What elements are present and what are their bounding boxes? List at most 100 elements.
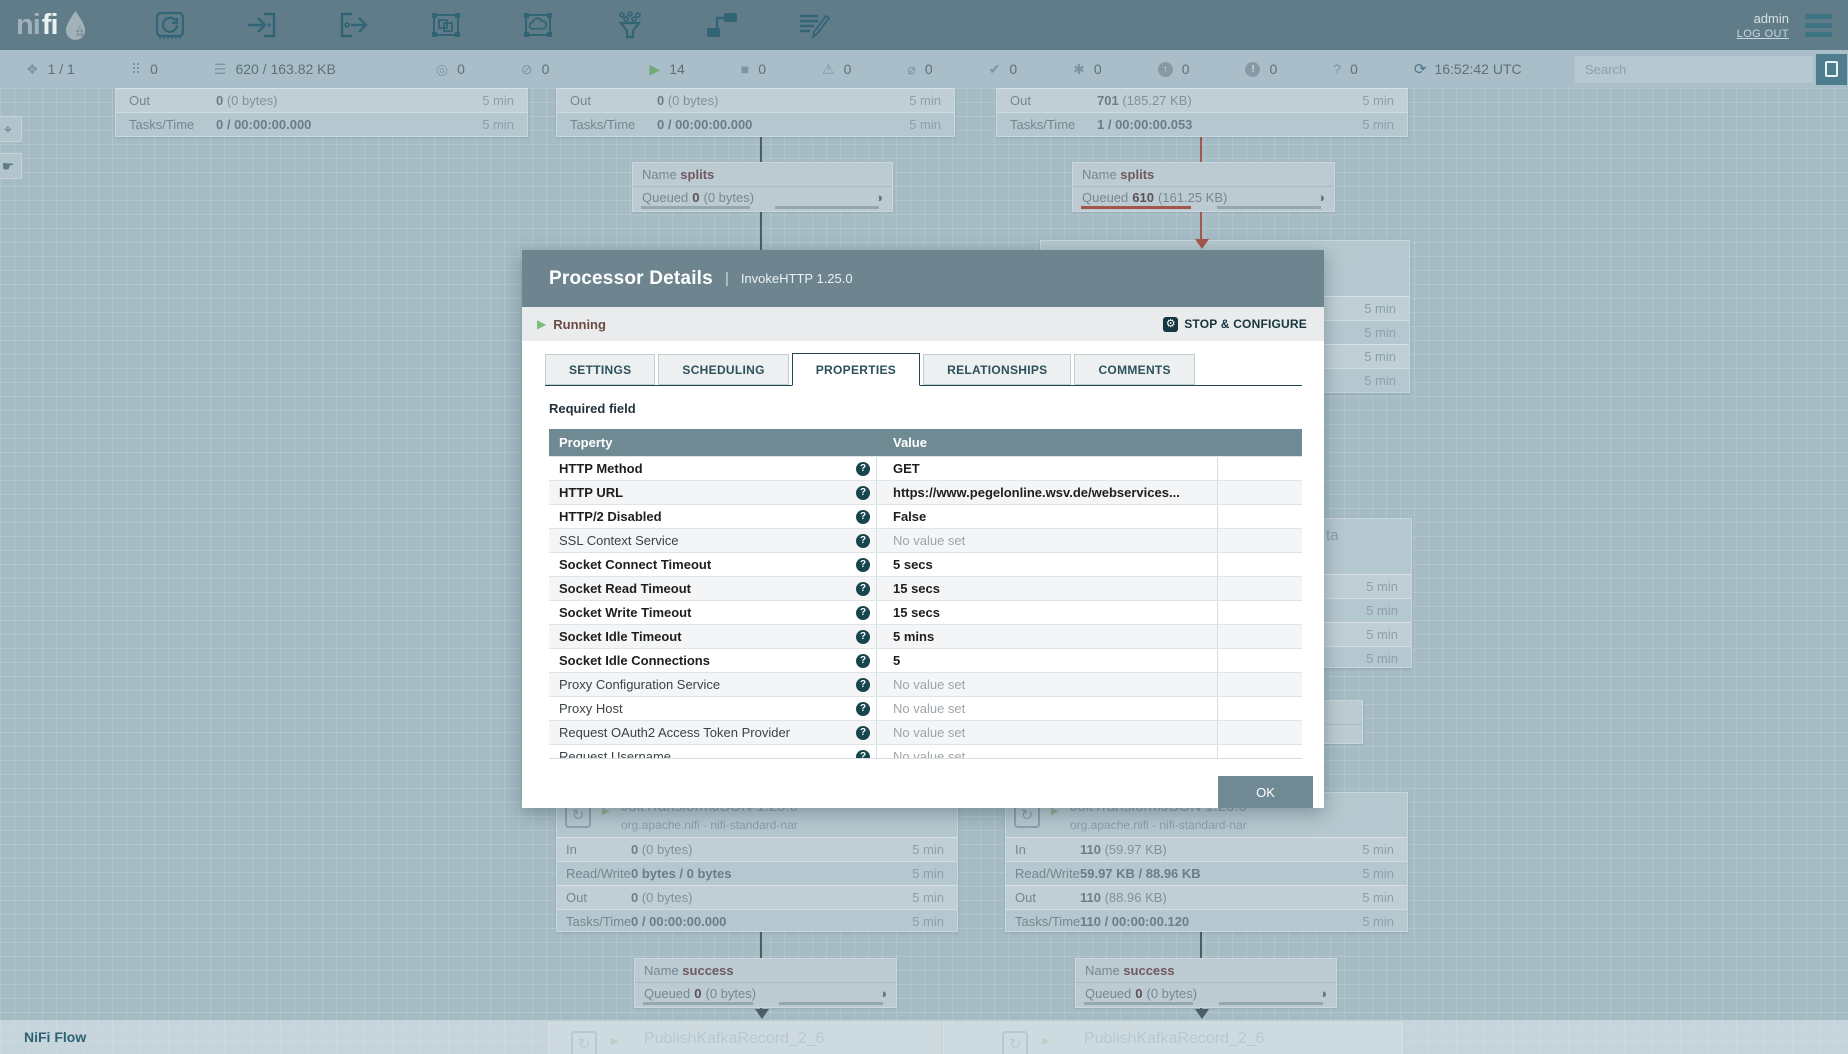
help-icon[interactable]: ?	[856, 750, 870, 760]
property-name: Proxy Host	[559, 701, 856, 716]
status-cluster-count: 1 / 1	[48, 61, 75, 77]
stat-label: Tasks/Time	[570, 117, 635, 132]
extra-cell	[1218, 601, 1302, 624]
property-value: No value set	[893, 677, 965, 692]
logo-text-fi: fi	[42, 11, 58, 40]
stat-value: 0 / 00:00:00.000	[631, 914, 726, 929]
help-icon[interactable]: ?	[856, 606, 870, 620]
tab-settings[interactable]: SETTINGS	[545, 354, 655, 385]
tab-properties[interactable]: PROPERTIES	[792, 353, 920, 386]
breadcrumb[interactable]: NiFi Flow	[24, 1029, 86, 1045]
tab-relationships[interactable]: RELATIONSHIPS	[923, 354, 1071, 385]
property-value-cell: 15 secs	[877, 601, 1218, 624]
table-body: HTTP Method?GETHTTP URL?https://www.pege…	[549, 456, 1302, 759]
help-icon[interactable]: ?	[856, 534, 870, 548]
queued-label: Queued	[644, 986, 690, 1001]
running-status-icon: ▶	[537, 317, 546, 331]
status-locally-modified-stale: !0	[1245, 61, 1277, 77]
stat-value: 0 (0 bytes)	[216, 93, 277, 108]
toolbar-input-port[interactable]	[244, 10, 280, 40]
process-group-icon	[428, 27, 464, 44]
queue-size-bar	[1219, 1002, 1323, 1005]
processor-node[interactable]: ↻▶JoltTransformJSON 1.25.0org.apache.nif…	[556, 792, 958, 932]
document-icon	[1825, 61, 1838, 77]
stat-value: 110 / 00:00:00.120	[1080, 914, 1189, 929]
toolbar-label[interactable]	[796, 10, 832, 40]
stop-and-configure-button[interactable]: ⚙ STOP & CONFIGURE	[1163, 317, 1307, 332]
property-name: Socket Read Timeout	[559, 581, 856, 596]
help-icon[interactable]: ?	[856, 726, 870, 740]
processor-node[interactable]: ↻▶JoltTransformJSON 1.25.0org.apache.nif…	[1005, 792, 1408, 932]
tab-scheduling[interactable]: SCHEDULING	[658, 354, 788, 385]
property-value: No value set	[893, 533, 965, 548]
connection-label[interactable]: Name splitsQueued610(161.25 KB)◑	[1072, 162, 1335, 212]
extra-cell	[1218, 649, 1302, 672]
stat-value: 110 (88.96 KB)	[1080, 890, 1167, 905]
top-toolbar: nifi admin LOG OUT	[0, 0, 1848, 50]
refresh-icon[interactable]: ⟳	[1414, 60, 1427, 78]
tab-comments[interactable]: COMMENTS	[1074, 354, 1194, 385]
property-name-cell: Socket Write Timeout?	[549, 601, 877, 624]
toolbar-processor[interactable]	[152, 10, 188, 40]
property-value-cell: No value set	[877, 721, 1218, 744]
queued-label: Queued	[1082, 190, 1128, 205]
property-value-cell: No value set	[877, 673, 1218, 696]
locally-modified-icon: ✱	[1073, 61, 1085, 78]
toolbar-funnel[interactable]	[612, 10, 648, 40]
ok-button[interactable]: OK	[1218, 776, 1313, 808]
stat-row: Tasks/Time0 / 00:00:00.0005 min	[557, 909, 957, 933]
toolbar-template[interactable]	[704, 10, 740, 40]
status-transmitting: ◎0	[436, 61, 465, 78]
help-icon[interactable]: ?	[856, 630, 870, 644]
toolbar-process-group[interactable]	[428, 10, 464, 40]
stat-window: 5 min	[1364, 301, 1396, 316]
help-icon[interactable]: ?	[856, 678, 870, 692]
navigate-palette-button[interactable]: ⌖	[0, 116, 22, 142]
property-value: 15 secs	[893, 605, 940, 620]
extra-cell	[1218, 697, 1302, 720]
connection-label[interactable]: Name splitsQueued0(0 bytes)◑	[632, 162, 893, 212]
stat-row: In110 (59.97 KB)5 min	[1006, 837, 1407, 861]
help-icon[interactable]: ?	[856, 702, 870, 716]
stat-window: 5 min	[909, 93, 941, 108]
help-icon[interactable]: ?	[856, 486, 870, 500]
processor-node-partial[interactable]: Out0 (0 bytes)5 minTasks/Time0 / 00:00:0…	[115, 88, 528, 137]
toolbar-remote-process-group[interactable]	[520, 10, 556, 40]
property-value-cell: GET	[877, 457, 1218, 480]
stat-label: Tasks/Time	[566, 914, 631, 929]
table-header: Property Value	[549, 429, 1302, 456]
queued-size: (0 bytes)	[1147, 986, 1198, 1001]
property-value-cell: No value set	[877, 745, 1218, 759]
connection-label[interactable]: Name successQueued0(0 bytes)◑	[1075, 958, 1337, 1008]
operate-palette-button[interactable]: ☛	[0, 153, 22, 179]
status-threads-count: 0	[150, 61, 158, 77]
stat-value: 110 (59.97 KB)	[1080, 842, 1167, 857]
processor-bundle: org.apache.nifi - nifi-standard-nar	[621, 818, 798, 832]
help-icon[interactable]: ?	[856, 558, 870, 572]
processor-node-partial[interactable]: Out0 (0 bytes)5 minTasks/Time0 / 00:00:0…	[556, 88, 955, 137]
help-icon[interactable]: ?	[856, 582, 870, 596]
help-icon[interactable]: ?	[856, 462, 870, 476]
stat-window: 5 min	[1366, 651, 1398, 666]
connection-label[interactable]: Name successQueued0(0 bytes)◑	[634, 958, 897, 1008]
processor-node-partial[interactable]: Out701 (185.27 KB)5 minTasks/Time1 / 00:…	[996, 88, 1408, 137]
global-menu-icon[interactable]	[1805, 14, 1832, 37]
help-icon[interactable]: ?	[856, 654, 870, 668]
stat-window: 5 min	[1364, 349, 1396, 364]
stat-value: 0 (0 bytes)	[631, 842, 692, 857]
queued-size: (0 bytes)	[706, 986, 757, 1001]
search-input[interactable]	[1575, 56, 1813, 83]
property-name: Socket Write Timeout	[559, 605, 856, 620]
property-value-cell: https://www.pegelonline.wsv.de/webservic…	[877, 481, 1218, 504]
queued-size: (0 bytes)	[704, 190, 755, 205]
notes-button[interactable]	[1816, 54, 1847, 85]
connection-queued-row: Queued0(0 bytes)◑	[1076, 983, 1336, 1003]
help-icon[interactable]: ?	[856, 510, 870, 524]
logout-link[interactable]: LOG OUT	[1737, 28, 1789, 40]
stat-window: 5 min	[1364, 373, 1396, 388]
property-name-cell: HTTP URL?	[549, 481, 877, 504]
up-to-date-icon: ✔	[989, 61, 1001, 78]
remote-process-group-icon	[520, 27, 556, 44]
stat-window: 5 min	[912, 890, 944, 905]
toolbar-output-port[interactable]	[336, 10, 372, 40]
